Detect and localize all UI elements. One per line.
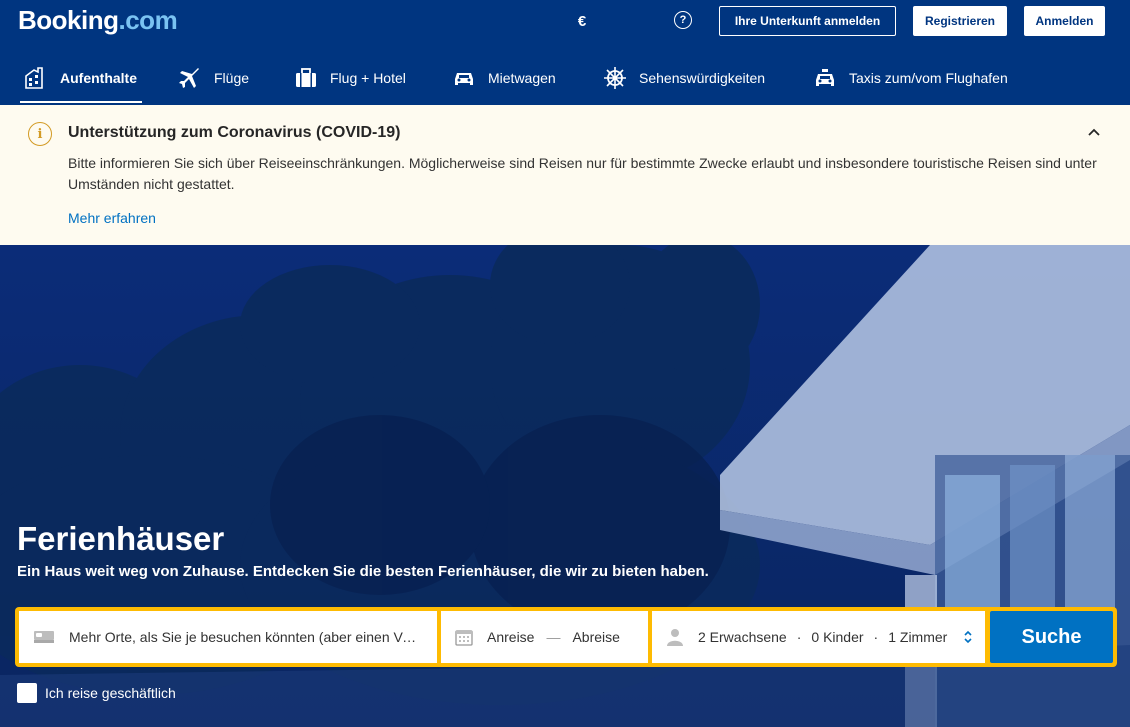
plane-icon bbox=[178, 66, 202, 90]
checkout-label: Abreise bbox=[572, 629, 620, 645]
hero-title: Ferienhäuser bbox=[17, 520, 225, 557]
calendar-icon bbox=[455, 628, 473, 646]
guests-selector[interactable]: 2 Erwachsene · 0 Kinder · 1 Zimmer bbox=[652, 611, 985, 663]
date-separator: — bbox=[546, 629, 561, 645]
tab-stays-label: Aufenthalte bbox=[60, 70, 137, 86]
product-nav: Aufenthalte Flüge Flug + Hotel Mietwagen bbox=[0, 52, 1130, 105]
tab-flight-hotel[interactable]: Flug + Hotel bbox=[294, 52, 406, 104]
tab-attractions[interactable]: Sehenswürdigkeiten bbox=[603, 52, 765, 104]
active-tab-underline bbox=[20, 101, 142, 103]
checkin-label: Anreise bbox=[487, 629, 535, 645]
bed-icon bbox=[33, 629, 55, 645]
hero-subtitle: Ein Haus weit weg von Zuhause. Entdecken… bbox=[17, 563, 709, 580]
tab-car-rental[interactable]: Mietwagen bbox=[452, 52, 556, 104]
learn-more-link[interactable]: Mehr erfahren bbox=[68, 210, 156, 226]
help-icon[interactable]: ? bbox=[674, 11, 692, 29]
chevron-up-icon[interactable] bbox=[1086, 125, 1102, 141]
tab-flights[interactable]: Flüge bbox=[178, 52, 249, 104]
tab-attractions-label: Sehenswürdigkeiten bbox=[639, 70, 766, 86]
site-header: Booking.com € ? Ihre Unterkunft anmelden… bbox=[0, 0, 1130, 105]
alert-body-text: Bitte informieren Sie sich über Reiseein… bbox=[68, 155, 1097, 192]
tab-flight-hotel-label: Flug + Hotel bbox=[330, 70, 406, 86]
language-flag-icon[interactable] bbox=[623, 15, 639, 26]
tab-airport-taxis-label: Taxis zum/vom Flughafen bbox=[849, 70, 1008, 86]
suitcase-icon bbox=[294, 66, 318, 90]
search-box: Mehr Orte, als Sie je besuchen könnten (… bbox=[15, 607, 1117, 667]
checkbox-box[interactable] bbox=[17, 683, 37, 703]
taxi-icon bbox=[813, 66, 837, 90]
tab-car-rental-label: Mietwagen bbox=[488, 70, 556, 86]
register-button[interactable]: Registrieren bbox=[913, 6, 1007, 36]
destination-input[interactable]: Mehr Orte, als Sie je besuchen könnten (… bbox=[19, 611, 437, 663]
date-picker[interactable]: Anreise — Abreise bbox=[441, 611, 648, 663]
covid-alert-banner: i Unterstützung zum Coronavirus (COVID-1… bbox=[0, 105, 1130, 245]
children-count: 0 Kinder bbox=[811, 629, 864, 645]
logo-main-text: Booking bbox=[18, 5, 119, 35]
bed-icon bbox=[24, 66, 48, 90]
car-icon bbox=[452, 66, 476, 90]
info-icon: i bbox=[28, 122, 52, 146]
search-button[interactable]: Suche bbox=[990, 611, 1113, 663]
alert-title: Unterstützung zum Coronavirus (COVID-19) bbox=[68, 124, 401, 141]
attractions-icon bbox=[603, 66, 627, 90]
separator-dot: · bbox=[873, 629, 879, 645]
business-travel-label: Ich reise geschäftlich bbox=[45, 685, 176, 701]
rooms-count: 1 Zimmer bbox=[888, 629, 948, 645]
login-button[interactable]: Anmelden bbox=[1024, 6, 1105, 36]
list-property-button[interactable]: Ihre Unterkunft anmelden bbox=[719, 6, 896, 36]
adults-count: 2 Erwachsene bbox=[698, 629, 787, 645]
tab-stays[interactable]: Aufenthalte bbox=[24, 52, 137, 104]
business-travel-checkbox[interactable]: Ich reise geschäftlich bbox=[17, 683, 176, 703]
person-icon bbox=[666, 628, 684, 646]
hero-banner: Ferienhäuser Ein Haus weit weg von Zuhau… bbox=[0, 245, 1130, 727]
separator-dot: · bbox=[796, 629, 802, 645]
logo-suffix-text: .com bbox=[118, 5, 178, 35]
chevron-up-down-icon bbox=[963, 629, 973, 648]
tab-flights-label: Flüge bbox=[214, 70, 250, 86]
currency-selector[interactable]: € bbox=[574, 11, 590, 31]
booking-logo[interactable]: Booking.com bbox=[18, 5, 178, 36]
destination-placeholder: Mehr Orte, als Sie je besuchen könnten (… bbox=[69, 629, 421, 645]
tab-airport-taxis[interactable]: Taxis zum/vom Flughafen bbox=[813, 52, 1008, 104]
